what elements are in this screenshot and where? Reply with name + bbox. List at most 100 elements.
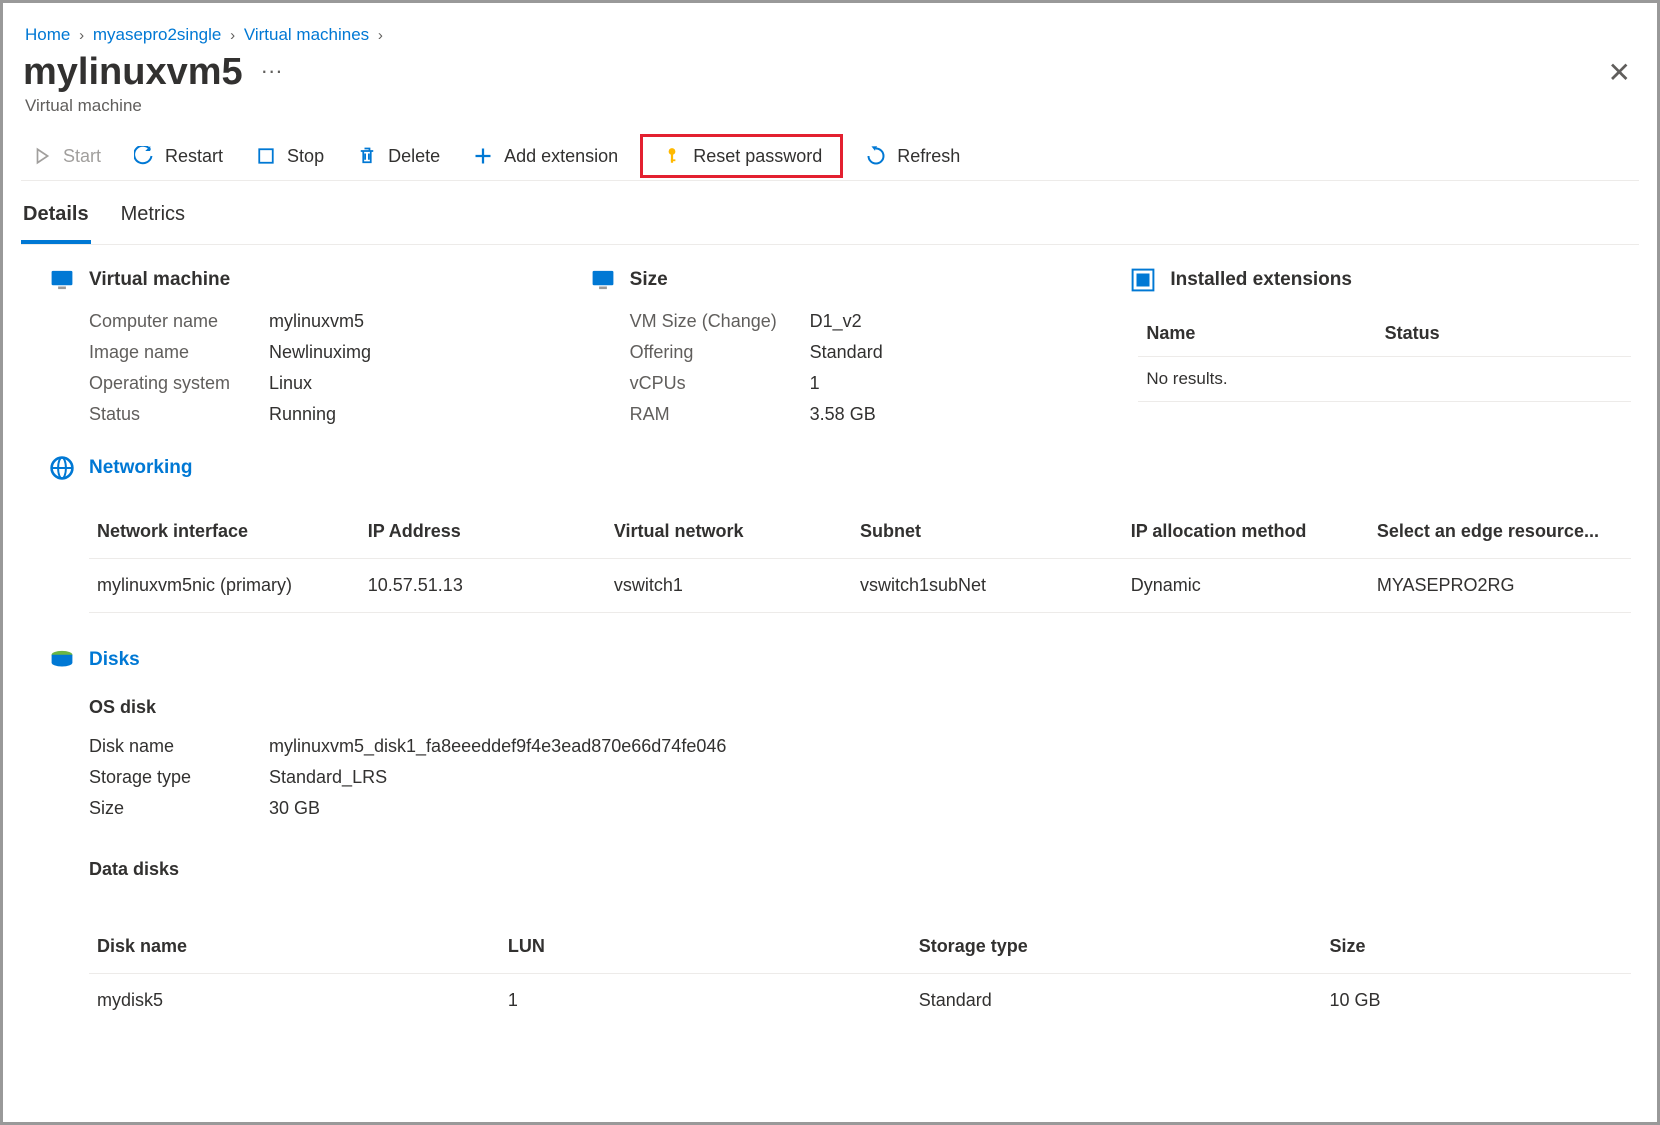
network-icon xyxy=(49,455,75,481)
section-disks: Disks OS disk Disk name mylinuxvm5_disk1… xyxy=(49,647,1631,1027)
restart-label: Restart xyxy=(165,146,223,167)
value-image-name: Newlinuximg xyxy=(269,342,550,363)
col-ip: IP Address xyxy=(368,521,614,542)
value-offering: Standard xyxy=(810,342,1091,363)
restart-icon xyxy=(133,145,155,167)
value-disk-name: mylinuxvm5_disk1_fa8eeeddef9f4e3ead870e6… xyxy=(269,736,629,757)
col-vnet: Virtual network xyxy=(614,521,860,542)
col-ext-status: Status xyxy=(1385,323,1623,344)
cell-dd-lun: 1 xyxy=(508,990,919,1011)
os-disk-heading: OS disk xyxy=(89,697,1631,718)
section-size: Size VM Size (Change) D1_v2 Offering Sta… xyxy=(590,267,1091,425)
command-bar: Start Restart Stop Delete Add extension xyxy=(21,134,1639,181)
breadcrumb-device[interactable]: myasepro2single xyxy=(93,25,222,44)
label-vcpus: vCPUs xyxy=(630,373,810,394)
section-extensions: Installed extensions Name Status No resu… xyxy=(1130,267,1631,425)
value-computer-name: mylinuxvm5 xyxy=(269,311,550,332)
label-os: Operating system xyxy=(89,373,269,394)
cell-dd-name: mydisk5 xyxy=(97,990,508,1011)
refresh-icon xyxy=(865,145,887,167)
col-dd-storage: Storage type xyxy=(919,936,1330,957)
reset-password-button[interactable]: Reset password xyxy=(640,134,843,178)
trash-icon xyxy=(356,145,378,167)
cell-dd-storage: Standard xyxy=(919,990,1330,1011)
col-dd-lun: LUN xyxy=(508,936,919,957)
chevron-right-icon: › xyxy=(230,27,235,44)
value-vm-size: D1_v2 xyxy=(810,311,1091,332)
cell-dd-size: 10 GB xyxy=(1330,990,1623,1011)
start-button[interactable]: Start xyxy=(21,139,111,173)
value-ram: 3.58 GB xyxy=(810,404,1091,425)
page-subtitle: Virtual machine xyxy=(25,96,1639,116)
stop-label: Stop xyxy=(287,146,324,167)
plus-icon xyxy=(472,145,494,167)
label-status: Status xyxy=(89,404,269,425)
reset-password-label: Reset password xyxy=(693,146,822,167)
play-icon xyxy=(31,145,53,167)
tab-metrics[interactable]: Metrics xyxy=(119,195,187,244)
chevron-right-icon: › xyxy=(378,27,383,44)
section-title-size: Size xyxy=(630,269,668,291)
col-dd-name: Disk name xyxy=(97,936,508,957)
refresh-button[interactable]: Refresh xyxy=(855,139,970,173)
cell-alloc: Dynamic xyxy=(1131,575,1377,596)
section-vm: Virtual machine Computer name mylinuxvm5… xyxy=(49,267,550,425)
breadcrumb: Home › myasepro2single › Virtual machine… xyxy=(25,25,1639,45)
page-title: mylinuxvm5 xyxy=(23,51,243,94)
value-os: Linux xyxy=(269,373,550,394)
chevron-right-icon: › xyxy=(79,27,84,44)
section-title-vm: Virtual machine xyxy=(89,269,230,291)
key-icon xyxy=(661,145,683,167)
stop-button[interactable]: Stop xyxy=(245,139,334,173)
breadcrumb-vms[interactable]: Virtual machines xyxy=(244,25,369,44)
extension-icon xyxy=(1130,267,1156,293)
col-dd-size: Size xyxy=(1330,936,1623,957)
label-size: Size xyxy=(89,798,269,819)
cell-ip: 10.57.51.13 xyxy=(368,575,614,596)
label-storage-type: Storage type xyxy=(89,767,269,788)
value-storage-type: Standard_LRS xyxy=(269,767,629,788)
table-row: mydisk5 1 Standard 10 GB xyxy=(89,974,1631,1027)
change-size-link[interactable]: Change xyxy=(708,311,771,331)
table-row: mylinuxvm5nic (primary) 10.57.51.13 vswi… xyxy=(89,559,1631,613)
value-vcpus: 1 xyxy=(810,373,1091,394)
label-ram: RAM xyxy=(630,404,810,425)
add-extension-button[interactable]: Add extension xyxy=(462,139,628,173)
breadcrumb-home[interactable]: Home xyxy=(25,25,70,44)
close-icon[interactable]: ✕ xyxy=(1600,56,1639,89)
disk-icon xyxy=(49,647,75,673)
value-size: 30 GB xyxy=(269,798,629,819)
delete-label: Delete xyxy=(388,146,440,167)
label-disk-name: Disk name xyxy=(89,736,269,757)
cell-vnet: vswitch1 xyxy=(614,575,860,596)
restart-button[interactable]: Restart xyxy=(123,139,233,173)
section-title-networking[interactable]: Networking xyxy=(89,457,192,479)
label-vm-size: VM Size (Change) xyxy=(630,311,810,332)
section-title-disks[interactable]: Disks xyxy=(89,649,140,671)
delete-button[interactable]: Delete xyxy=(346,139,450,173)
col-edge: Select an edge resource... xyxy=(1377,521,1623,542)
value-status: Running xyxy=(269,404,550,425)
cell-edge: MYASEPRO2RG xyxy=(1377,575,1623,596)
label-image-name: Image name xyxy=(89,342,269,363)
col-subnet: Subnet xyxy=(860,521,1131,542)
add-extension-label: Add extension xyxy=(504,146,618,167)
cell-nic: mylinuxvm5nic (primary) xyxy=(97,575,368,596)
col-nic: Network interface xyxy=(97,521,368,542)
refresh-label: Refresh xyxy=(897,146,960,167)
stop-icon xyxy=(255,145,277,167)
tab-details[interactable]: Details xyxy=(21,195,91,244)
cell-subnet: vswitch1subNet xyxy=(860,575,1131,596)
section-networking: Networking Network interface IP Address … xyxy=(49,455,1631,613)
ext-no-results: No results. xyxy=(1138,357,1631,402)
start-label: Start xyxy=(63,146,101,167)
label-offering: Offering xyxy=(630,342,810,363)
col-ext-name: Name xyxy=(1146,323,1384,344)
more-menu-icon[interactable]: ··· xyxy=(261,58,283,84)
label-computer-name: Computer name xyxy=(89,311,269,332)
monitor-icon xyxy=(49,267,75,293)
data-disks-heading: Data disks xyxy=(89,859,1631,880)
section-title-extensions: Installed extensions xyxy=(1170,269,1352,291)
col-alloc: IP allocation method xyxy=(1131,521,1377,542)
monitor-icon xyxy=(590,267,616,293)
